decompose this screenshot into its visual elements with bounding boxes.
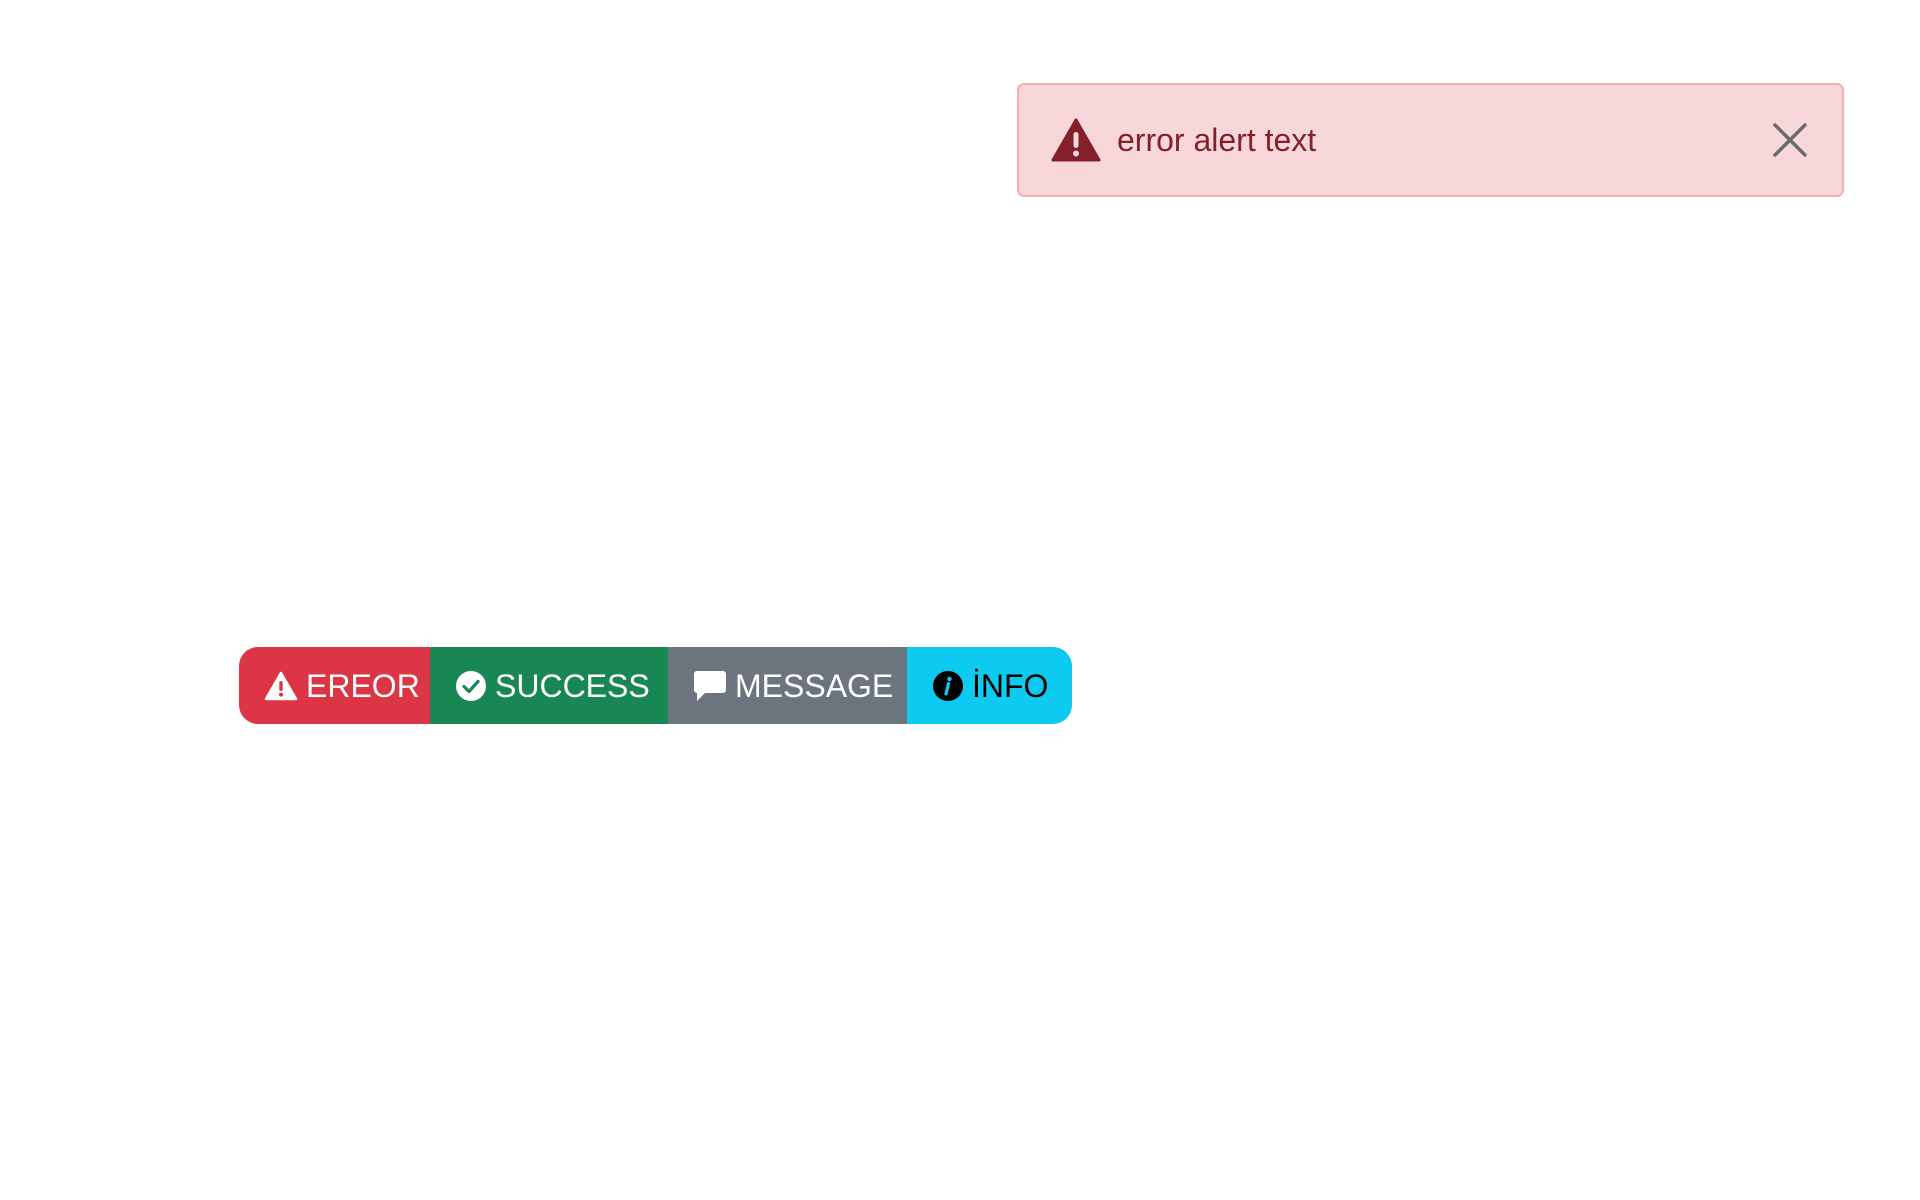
status-button-group: EREOR SUCCESS MESSAGE İNFO (239, 647, 1072, 724)
close-icon[interactable] (1770, 120, 1810, 160)
message-button[interactable]: MESSAGE (668, 647, 907, 724)
error-button[interactable]: EREOR (239, 647, 430, 724)
warning-triangle-icon (1051, 118, 1101, 162)
page: error alert text EREOR SUCCESS MESSAGE İ… (0, 0, 1920, 1200)
alert-message: error alert text (1117, 122, 1317, 158)
success-button-label: SUCCESS (495, 667, 650, 704)
success-button[interactable]: SUCCESS (430, 647, 668, 724)
info-button-label: İNFO (972, 667, 1049, 704)
info-circle-icon (932, 670, 964, 702)
error-alert: error alert text (1017, 83, 1844, 197)
message-button-label: MESSAGE (735, 667, 894, 704)
warning-triangle-icon (264, 671, 298, 701)
chat-bubble-icon (693, 670, 727, 702)
info-button[interactable]: İNFO (907, 647, 1072, 724)
check-circle-icon (455, 670, 487, 702)
error-button-label: EREOR (306, 667, 420, 704)
